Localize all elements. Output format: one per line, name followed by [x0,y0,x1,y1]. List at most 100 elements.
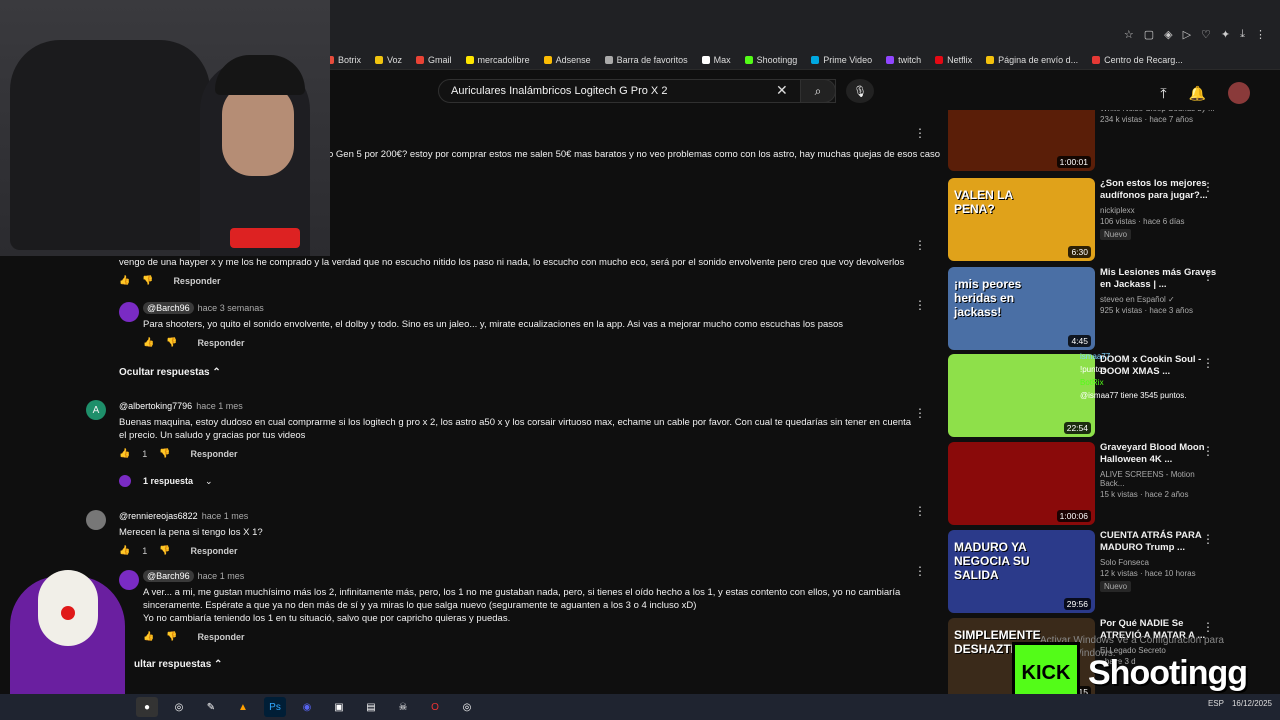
comment-handle[interactable]: @albertoking7796 [119,401,192,411]
bookmark-icon [465,55,474,64]
view-replies-label[interactable]: 1 respuesta [143,476,193,486]
reply-handle[interactable]: @Barch96 [143,302,194,314]
comment-menu-icon[interactable]: ⋮ [914,504,926,518]
discord-icon[interactable]: ◉ [296,697,318,717]
comment-menu-icon[interactable]: ⋮ [914,298,926,312]
clear-search-icon[interactable]: ✕ [776,82,788,99]
like-icon[interactable]: 👍 [143,337,154,348]
bookmark-item[interactable]: Gmail [416,55,452,65]
video-thumbnail[interactable]: MADURO YA NEGOCIA SU SALIDA 29:56 [948,530,1095,613]
language-indicator[interactable]: ESP [1208,699,1224,708]
comment-handle[interactable]: @renniereojas6822 [119,511,198,521]
like-icon[interactable]: 👍 [143,631,154,642]
video-thumbnail[interactable]: 1:00:01 [948,110,1095,171]
bookmark-label: Barra de favoritos [616,54,688,65]
bookmark-item[interactable]: mercadolibre [465,55,530,65]
video-thumbnail[interactable]: ¡mis peores heridas en jackass! 4:45 [948,267,1095,350]
dislike-icon[interactable]: 👎 [166,337,177,348]
video-menu-icon[interactable]: ⋮ [1202,532,1214,546]
bookmark-item[interactable]: Shootingg [744,55,797,65]
bookmark-item[interactable]: Max [701,54,731,65]
comment-menu-icon[interactable]: ⋮ [914,126,926,140]
shield-icon[interactable]: ◈ [1164,28,1172,48]
bookmark-item[interactable]: Prime Video [811,55,872,65]
avatar[interactable] [1228,82,1250,104]
heart-icon[interactable]: ♡ [1201,28,1211,48]
reply-button[interactable]: Responder [190,546,237,556]
bookmark-item[interactable]: Botrix [326,55,361,65]
menu-icon[interactable]: ⋮ [1255,28,1266,48]
voice-search-button[interactable]: 🎙 [846,79,874,103]
hide-replies-button[interactable]: Ocultar respuestas ⌃ [119,367,221,378]
puzzle-icon[interactable]: ✦ [1221,28,1230,48]
reply-actions: 👍 👎 Responder [143,337,909,348]
clock-date[interactable]: 16/12/2025 [1232,699,1272,708]
terminal-icon[interactable]: ▤ [360,697,382,717]
app-icon[interactable]: ▣ [328,697,350,717]
opera-icon[interactable]: O [424,697,446,717]
screenshot-icon[interactable]: ▢ [1144,28,1154,48]
video-thumbnail[interactable]: 1:00:06 [948,442,1095,525]
photoshop-icon[interactable]: Ps [264,697,286,717]
webcam-overlay [0,0,330,256]
search-button[interactable]: ⌕ [800,79,836,103]
comment-menu-icon[interactable]: ⋮ [914,406,926,420]
comment-menu-icon[interactable]: ⋮ [914,564,926,578]
bookmark-label: Botrix [338,54,362,65]
like-icon[interactable]: 👍 [119,448,130,459]
bookmark-item[interactable]: Netflix [935,55,972,65]
vlc-icon[interactable]: ▲ [232,697,254,717]
comment-c3: @renniereojas6822 hace 1 mes Merecen la p… [86,508,916,556]
dislike-icon[interactable]: 👎 [159,448,170,459]
bookmark-item[interactable]: Adsense [543,55,591,65]
dislike-icon[interactable]: 👎 [166,631,177,642]
steam-icon[interactable]: ◎ [168,697,190,717]
bookmark-icon [986,55,995,64]
bookmark-item[interactable]: Centro de Recarg... [1092,55,1183,65]
bookmark-icon [375,55,384,64]
reply-button[interactable]: Responder [190,449,237,459]
bookmark-item[interactable]: Página de envío d... [986,55,1078,65]
video-card[interactable]: ¡mis peores heridas en jackass! 4:45 Mis L… [948,267,1268,351]
taskbar-app-icon[interactable]: ● [136,697,158,717]
hide-replies-button[interactable]: ultar respuestas ⌃ [134,659,222,670]
steam-icon[interactable]: ◎ [456,697,478,717]
pen-icon[interactable]: ✎ [200,697,222,717]
upload-icon[interactable]: ⤒ [1160,85,1166,102]
avatar[interactable]: A [86,400,106,420]
bookmark-item[interactable]: Voz [375,55,402,65]
skull-icon[interactable]: ☠ [392,697,414,717]
bell-icon[interactable]: 🔔 [1189,85,1206,102]
video-card[interactable]: 1:00:06 Graveyard Blood Moon Halloween 4K… [948,442,1268,526]
video-thumbnail[interactable]: VALEN LA PENA? 6:30 [948,178,1095,261]
bookmark-label: twitch [898,54,922,65]
reply-handle[interactable]: @Barch96 [143,570,194,582]
video-menu-icon[interactable]: ⋮ [1202,180,1214,194]
video-card[interactable]: 1:00:01elephant - Tonal ...White Noise S… [948,110,1268,172]
video-menu-icon[interactable]: ⋮ [1202,444,1214,458]
dislike-icon[interactable]: 👎 [159,545,170,556]
comment-menu-icon[interactable]: ⋮ [914,238,926,252]
like-icon[interactable]: 👍 [119,275,130,286]
like-icon[interactable]: 👍 [119,545,130,556]
view-replies-button[interactable]: 1 respuesta ⌄ [119,475,916,487]
reply-button[interactable]: Responder [197,632,244,642]
dislike-icon[interactable]: 👎 [142,275,153,286]
play-icon[interactable]: ▷ [1183,28,1191,48]
video-thumbnail[interactable]: 22:54 [948,354,1095,437]
avatar[interactable] [119,302,139,322]
bookmark-star-icon[interactable]: ☆ [1124,28,1134,48]
video-card[interactable]: VALEN LA PENA? 6:30 ¿Son estos los mejores… [948,178,1268,262]
download-icon[interactable]: ⤓ [1240,28,1245,48]
reply-button[interactable]: Responder [173,276,220,286]
reply-button[interactable]: Responder [197,338,244,348]
bookmark-label: Max [713,54,731,65]
bookmark-item[interactable]: Barra de favoritos [604,54,688,65]
avatar[interactable] [86,510,106,530]
video-card[interactable]: MADURO YA NEGOCIA SU SALIDA 29:56 CUENTA A… [948,530,1268,614]
like-count: 1 [142,448,148,459]
thumbnail-text: ¡mis peores heridas en jackass! [954,277,1022,319]
video-menu-icon[interactable]: ⋮ [1202,269,1214,283]
bookmark-item[interactable]: twitch [886,55,921,65]
video-menu-icon[interactable]: ⋮ [1202,620,1214,634]
